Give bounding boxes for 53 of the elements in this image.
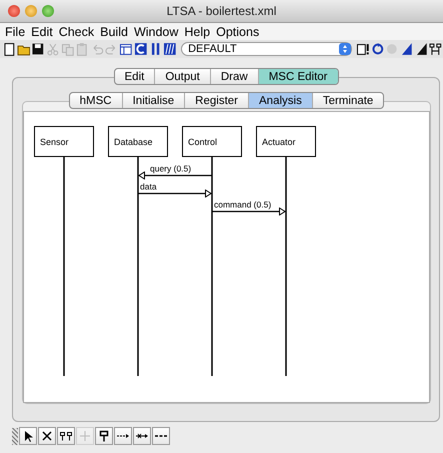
grip-handle[interactable]	[12, 428, 18, 444]
message-label: command (0.5)	[214, 200, 272, 210]
instances-tool[interactable]	[57, 427, 75, 445]
tab[interactable]: Analysis	[248, 93, 312, 108]
refresh-icon[interactable]	[370, 42, 384, 56]
menu-item[interactable]: Window	[134, 24, 178, 38]
close-button[interactable]	[8, 5, 20, 17]
stripes-icon[interactable]	[163, 42, 178, 56]
menu-item[interactable]: File	[5, 24, 26, 38]
cross-icon	[40, 429, 54, 443]
instance-label: Actuator	[262, 137, 296, 147]
menu-item[interactable]: Check	[58, 24, 94, 38]
instance-box[interactable]	[182, 126, 242, 157]
instance-label: Sensor	[40, 137, 69, 147]
tab[interactable]: Initialise	[122, 93, 184, 108]
instance-box[interactable]	[256, 126, 316, 157]
menu-item[interactable]: Options	[216, 24, 260, 38]
document-icon[interactable]	[356, 42, 370, 56]
tab[interactable]: hMSC	[70, 93, 122, 108]
document-icon[interactable]	[2, 42, 16, 56]
tab[interactable]: Edit	[114, 69, 154, 84]
pin-icon	[97, 429, 111, 443]
tile-icon[interactable]	[134, 42, 148, 56]
message-arrow[interactable]	[138, 172, 212, 180]
window-title: LTSA - boilertest.xml	[166, 4, 276, 18]
window-icon[interactable]	[119, 42, 134, 56]
arrow-tool[interactable]	[114, 427, 132, 445]
instances-icon	[59, 429, 73, 443]
crossed-line-icon	[78, 429, 92, 443]
pin-tool[interactable]	[95, 427, 113, 445]
diagram-icon[interactable]	[429, 42, 443, 56]
message-arrow[interactable]	[212, 208, 286, 216]
menu-item[interactable]: Edit	[31, 24, 53, 38]
message-label: data	[140, 182, 157, 192]
diagram-canvas[interactable]: Sensor Database Control Actuator query (0.5) data command (0.5)	[23, 111, 430, 403]
dashed-line-tool[interactable]	[152, 427, 170, 445]
instance-label: Database	[114, 137, 153, 147]
message-arrow[interactable]	[138, 190, 212, 198]
menu-item[interactable]: Help	[184, 24, 210, 38]
pointer-tool[interactable]	[19, 427, 37, 445]
instance-box[interactable]	[34, 126, 94, 157]
tab[interactable]: Output	[154, 69, 210, 84]
message-label: query (0.5)	[150, 164, 192, 174]
instance-label: Control	[188, 137, 218, 147]
updown-icon	[339, 43, 352, 55]
cross-tool[interactable]	[38, 427, 56, 445]
target-dropdown[interactable]: DEFAULT	[181, 42, 352, 56]
triangle-icon[interactable]	[400, 42, 414, 56]
triangle-icon[interactable]	[414, 42, 428, 56]
crossed-arrow-tool[interactable]	[133, 427, 151, 445]
menu-item[interactable]: Build	[100, 24, 128, 38]
instance-box[interactable]	[108, 126, 168, 157]
tab[interactable]: MSC Editor	[258, 69, 338, 84]
